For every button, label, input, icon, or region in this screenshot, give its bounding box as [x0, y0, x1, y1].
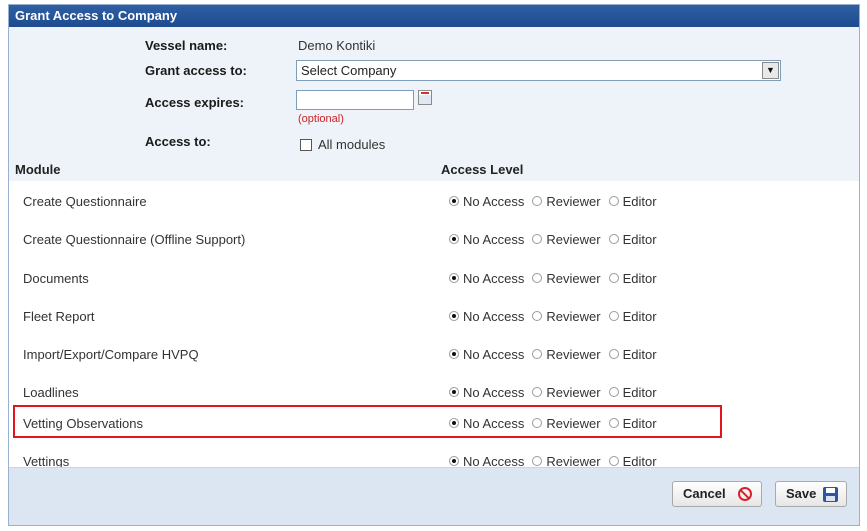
- radio-label: Reviewer: [546, 194, 601, 209]
- radio-no-access[interactable]: [449, 311, 459, 321]
- radio-reviewer[interactable]: [532, 273, 543, 283]
- radio-reviewer[interactable]: [532, 196, 543, 206]
- radio-label: No Access: [463, 194, 525, 209]
- table-row: Fleet Report No Access Reviewer Editor: [9, 298, 859, 336]
- save-icon: [823, 487, 838, 502]
- radio-label: Reviewer: [546, 347, 601, 362]
- access-level-group: No Access Reviewer Editor: [449, 194, 665, 209]
- radio-editor[interactable]: [608, 387, 619, 397]
- dialog-footer: Cancel Save: [9, 467, 859, 525]
- module-name: Create Questionnaire (Offline Support): [23, 232, 246, 247]
- cancel-button[interactable]: Cancel: [672, 481, 762, 507]
- radio-label: Editor: [622, 232, 657, 247]
- table-row: Create Questionnaire No Access Reviewer Edi…: [9, 183, 859, 221]
- radio-no-access[interactable]: [449, 196, 459, 206]
- radio-reviewer[interactable]: [532, 234, 543, 244]
- cancel-button-label: Cancel: [683, 486, 726, 501]
- access-form: Vessel name: Demo Kontiki Grant access t…: [9, 27, 859, 157]
- radio-reviewer[interactable]: [532, 456, 543, 466]
- grant-access-dialog: Grant Access to Company Vessel name: Dem…: [8, 4, 860, 526]
- expires-date-input[interactable]: [296, 90, 414, 110]
- save-button[interactable]: Save: [775, 481, 847, 507]
- radio-label: Editor: [622, 194, 657, 209]
- radio-editor[interactable]: [608, 349, 619, 359]
- access-level-group: No Access Reviewer Editor: [449, 347, 665, 362]
- radio-no-access[interactable]: [449, 456, 459, 466]
- radio-label: Reviewer: [546, 271, 601, 286]
- radio-label: Reviewer: [546, 232, 601, 247]
- radio-editor[interactable]: [608, 311, 619, 321]
- module-name: Import/Export/Compare HVPQ: [23, 347, 199, 362]
- highlight-box: [13, 405, 722, 438]
- module-name: Fleet Report: [23, 309, 95, 324]
- radio-label: No Access: [463, 347, 525, 362]
- vessel-name-value: Demo Kontiki: [298, 38, 376, 53]
- calendar-icon[interactable]: [418, 90, 432, 105]
- radio-editor[interactable]: [608, 456, 619, 466]
- radio-no-access[interactable]: [449, 273, 459, 283]
- radio-editor[interactable]: [608, 196, 619, 206]
- access-to-label: Access to:: [145, 134, 211, 149]
- company-select-value: Select Company: [301, 63, 397, 78]
- save-button-label: Save: [786, 486, 817, 501]
- radio-editor[interactable]: [608, 234, 619, 244]
- optional-hint: (optional): [298, 113, 344, 125]
- radio-label: Editor: [622, 271, 657, 286]
- radio-label: No Access: [463, 271, 525, 286]
- all-modules-checkbox[interactable]: [300, 139, 312, 151]
- vessel-name-label: Vessel name:: [145, 38, 228, 53]
- grant-access-label: Grant access to:: [145, 63, 247, 78]
- access-level-group: No Access Reviewer Editor: [449, 271, 665, 286]
- access-level-group: No Access Reviewer Editor: [449, 385, 665, 400]
- module-column-header: Module: [15, 162, 61, 177]
- radio-label: Reviewer: [546, 309, 601, 324]
- all-modules-label: All modules: [318, 137, 386, 152]
- module-name: Loadlines: [23, 385, 79, 400]
- radio-label: No Access: [463, 309, 525, 324]
- radio-editor[interactable]: [608, 273, 619, 283]
- dropdown-arrow-icon[interactable]: ▼: [762, 62, 779, 79]
- access-level-group: No Access Reviewer Editor: [449, 309, 665, 324]
- dialog-title: Grant Access to Company: [9, 5, 859, 27]
- radio-label: Editor: [622, 385, 657, 400]
- radio-label: Editor: [622, 347, 657, 362]
- radio-label: No Access: [463, 232, 525, 247]
- module-name: Create Questionnaire: [23, 194, 147, 209]
- access-level-column-header: Access Level: [441, 162, 524, 177]
- module-name: Documents: [23, 271, 89, 286]
- access-level-group: No Access Reviewer Editor: [449, 232, 665, 247]
- radio-no-access[interactable]: [449, 349, 459, 359]
- radio-label: No Access: [463, 385, 525, 400]
- cancel-icon: [738, 487, 752, 501]
- table-row: Create Questionnaire (Offline Support) No…: [9, 221, 859, 259]
- radio-reviewer[interactable]: [532, 349, 543, 359]
- company-select[interactable]: Select Company ▼: [296, 60, 781, 81]
- table-header: Module Access Level: [9, 157, 859, 181]
- radio-reviewer[interactable]: [532, 387, 543, 397]
- table-row: Documents No Access Reviewer Editor: [9, 260, 859, 298]
- radio-label: Reviewer: [546, 385, 601, 400]
- radio-no-access[interactable]: [449, 234, 459, 244]
- radio-label: Editor: [622, 309, 657, 324]
- radio-no-access[interactable]: [449, 387, 459, 397]
- radio-reviewer[interactable]: [532, 311, 543, 321]
- table-row: Import/Export/Compare HVPQ No Access Revie…: [9, 336, 859, 374]
- access-expires-label: Access expires:: [145, 95, 245, 110]
